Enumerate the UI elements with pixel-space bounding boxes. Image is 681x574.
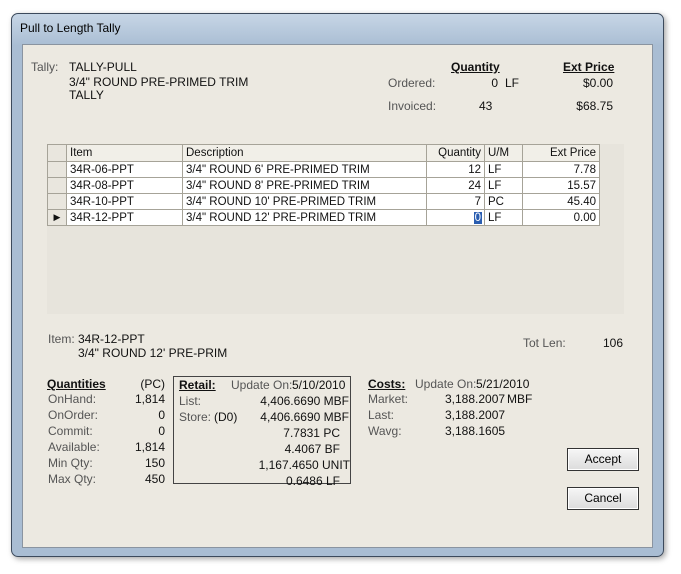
cell-ext-price[interactable]: 45.40 (522, 193, 600, 210)
cell-description[interactable]: 3/4" ROUND 10' PRE-PRIMED TRIM (182, 193, 427, 210)
cell-uom[interactable]: LF (484, 209, 523, 226)
tally-label: Tally: (31, 60, 59, 74)
column-header-uom[interactable]: U/M (484, 144, 523, 162)
quantity-edit-input[interactable]: 0 (429, 211, 482, 224)
table-row[interactable]: 34R-08-PPT 3/4" ROUND 8' PRE-PRIMED TRIM… (47, 177, 600, 194)
grid-corner (47, 144, 67, 162)
onhand-value: 1,814 (134, 392, 165, 406)
retail-list-price: 4,406.6690 MBF (260, 394, 349, 408)
onhand-label: OnHand: (48, 392, 97, 406)
tally-description: 3/4" ROUND PRE-PRIMED TRIM (69, 75, 249, 89)
row-selector[interactable] (47, 177, 67, 194)
table-row[interactable]: 34R-10-PPT 3/4" ROUND 10' PRE-PRIMED TRI… (47, 193, 600, 210)
retail-price-pc: 7.7831 PC (283, 426, 340, 440)
costs-update-date: 5/21/2010 (476, 377, 530, 391)
available-value: 1,814 (134, 440, 165, 454)
cancel-button[interactable]: Cancel (567, 487, 639, 510)
max-qty-value: 450 (144, 472, 165, 486)
invoiced-label: Invoiced: (388, 99, 437, 113)
market-unit: MBF (507, 392, 533, 406)
onorder-value: 0 (158, 408, 165, 422)
tally-grid[interactable]: Item Description Quantity U/M Ext Price … (47, 144, 624, 314)
min-qty-value: 150 (144, 456, 165, 470)
column-header-quantity[interactable]: Quantity (426, 144, 485, 162)
tally-table: Item Description Quantity U/M Ext Price … (47, 144, 600, 226)
ext-price-header: Ext Price (563, 60, 615, 74)
retail-list-label: List: (179, 394, 202, 408)
retail-panel: Retail: Update On: 5/10/2010 List: Store… (173, 376, 351, 488)
dialog-client-area: Tally: TALLY-PULL 3/4" ROUND PRE-PRIMED … (22, 44, 653, 548)
cell-description[interactable]: 3/4" ROUND 12' PRE-PRIMED TRIM (182, 209, 427, 226)
retail-header: Retail: (179, 378, 216, 392)
costs-update-label: Update On: (415, 377, 477, 391)
column-header-description[interactable]: Description (182, 144, 427, 162)
table-row[interactable]: 34R-06-PPT 3/4" ROUND 6' PRE-PRIMED TRIM… (47, 161, 600, 178)
tot-len-value: 106 (602, 336, 623, 350)
cell-item[interactable]: 34R-12-PPT (66, 209, 183, 226)
retail-update-label: Update On: (231, 378, 293, 392)
column-header-ext-price[interactable]: Ext Price (522, 144, 600, 162)
cell-item[interactable]: 34R-08-PPT (66, 177, 183, 194)
dialog-window: Pull to Length Tally Tally: TALLY-PULL 3… (11, 13, 664, 557)
ordered-uom: LF (505, 76, 520, 90)
wavg-value: 3,188.1605 (445, 424, 506, 438)
wavg-label: Wavg: (368, 424, 402, 438)
cell-quantity[interactable]: 12 (426, 161, 485, 178)
invoiced-quantity: 43 (479, 99, 493, 113)
cell-quantity[interactable]: 24 (426, 177, 485, 194)
quantity-edit-value[interactable]: 0 (473, 211, 482, 224)
window-title: Pull to Length Tally (20, 21, 121, 35)
quantities-header: Quantities (47, 377, 106, 391)
item-label: Item: (48, 332, 75, 346)
available-label: Available: (48, 440, 100, 454)
tally-type: TALLY (69, 88, 104, 102)
tot-len-label: Tot Len: (523, 336, 566, 350)
row-selector[interactable] (47, 193, 67, 210)
cell-uom[interactable]: LF (484, 161, 523, 178)
cell-description[interactable]: 3/4" ROUND 8' PRE-PRIMED TRIM (182, 177, 427, 194)
market-value: 3,188.2007 (445, 392, 506, 406)
item-description: 3/4" ROUND 12' PRE-PRIM (78, 346, 228, 360)
retail-update-date: 5/10/2010 (292, 378, 346, 392)
retail-store-price: 4,406.6690 MBF (260, 410, 349, 424)
commit-value: 0 (158, 424, 165, 438)
quantity-header: Quantity (451, 60, 500, 74)
cell-ext-price[interactable]: 0.00 (522, 209, 600, 226)
ordered-label: Ordered: (388, 76, 436, 90)
max-qty-label: Max Qty: (48, 472, 97, 486)
tally-code: TALLY-PULL (69, 60, 137, 74)
cell-uom[interactable]: PC (484, 193, 523, 210)
cell-item[interactable]: 34R-10-PPT (66, 193, 183, 210)
cell-quantity[interactable]: 7 (426, 193, 485, 210)
market-label: Market: (368, 392, 409, 406)
accept-button[interactable]: Accept (567, 448, 639, 471)
grid-header-row: Item Description Quantity U/M Ext Price (47, 144, 600, 162)
quantities-unit: (PC) (140, 377, 165, 391)
ordered-quantity: 0 (491, 76, 498, 90)
retail-price-unit: 1,167.4650 UNIT (258, 458, 350, 472)
commit-label: Commit: (48, 424, 93, 438)
cell-item[interactable]: 34R-06-PPT (66, 161, 183, 178)
cell-quantity-editor[interactable]: 0 (426, 209, 485, 226)
cell-description[interactable]: 3/4" ROUND 6' PRE-PRIMED TRIM (182, 161, 427, 178)
current-row-indicator-icon[interactable]: ▶ (47, 209, 67, 226)
retail-store-label: Store: (179, 410, 212, 424)
invoiced-price: $68.75 (576, 99, 613, 113)
last-value: 3,188.2007 (445, 408, 506, 422)
retail-price-bf: 4.4067 BF (284, 442, 340, 456)
cell-ext-price[interactable]: 7.78 (522, 161, 600, 178)
onorder-label: OnOrder: (48, 408, 99, 422)
costs-header: Costs: (368, 377, 406, 391)
item-code: 34R-12-PPT (78, 332, 145, 346)
ordered-price: $0.00 (582, 76, 613, 90)
table-row-current[interactable]: ▶ 34R-12-PPT 3/4" ROUND 12' PRE-PRIMED T… (47, 209, 600, 226)
cell-ext-price[interactable]: 15.57 (522, 177, 600, 194)
min-qty-label: Min Qty: (48, 456, 93, 470)
cell-uom[interactable]: LF (484, 177, 523, 194)
retail-price-lf: 0.6486 LF (285, 474, 340, 488)
row-selector[interactable] (47, 161, 67, 178)
last-label: Last: (368, 408, 395, 422)
column-header-item[interactable]: Item (66, 144, 183, 162)
